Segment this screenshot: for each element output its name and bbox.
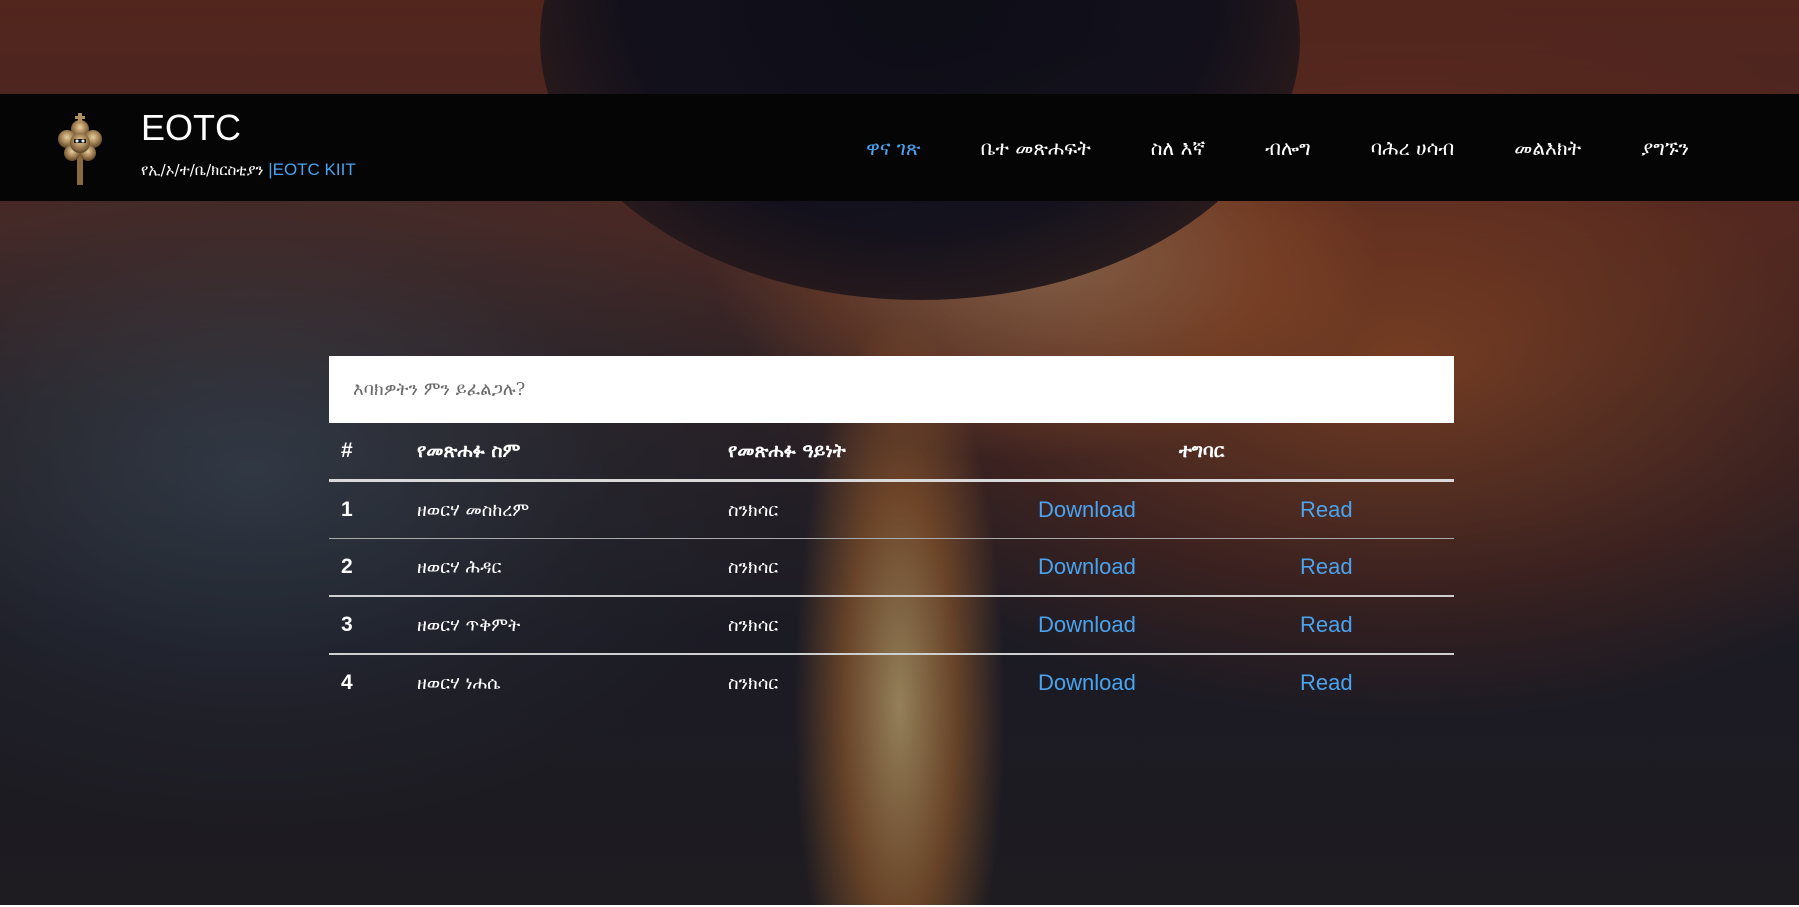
nav-item-blog[interactable]: ብሎግ	[1235, 136, 1341, 160]
main-nav: ዋና ገጽ ቤተ መጽሐፍት ስለ እኛ ብሎግ ባሕረ ሀሳብ መልእክት ያ…	[836, 94, 1719, 201]
row-read-cell: Read	[1300, 480, 1454, 539]
nav-item-about[interactable]: ስለ እኛ	[1121, 136, 1235, 160]
nav-item-message[interactable]: መልእክት	[1484, 136, 1611, 160]
nav-item-contact[interactable]: ያግኙን	[1611, 136, 1719, 160]
row-book-type: ስንክሳር	[728, 480, 1038, 539]
download-link[interactable]: Download	[1038, 554, 1136, 579]
read-link[interactable]: Read	[1300, 554, 1353, 579]
header-number: #	[329, 423, 417, 482]
table-header-row: # የመጽሐፉ ስም የመጽሐፉ ዓይነት ተግባር	[329, 423, 1454, 482]
read-link[interactable]: Read	[1300, 612, 1353, 637]
cross-tree-icon[interactable]	[50, 109, 110, 187]
row-download-cell: Download	[1038, 654, 1300, 711]
row-download-cell: Download	[1038, 538, 1300, 597]
row-book-name: ዘወርሃ ነሐሴ	[417, 672, 501, 694]
download-link[interactable]: Download	[1038, 497, 1136, 522]
download-link[interactable]: Download	[1038, 612, 1136, 637]
download-link[interactable]: Download	[1038, 670, 1136, 695]
row-number: 3	[329, 596, 417, 655]
row-download-cell: Download	[1038, 596, 1300, 655]
brand-subtitle: የኢ/ኦ/ተ/ቤ/ክርስቲያን |EOTC KIIT	[141, 160, 356, 180]
row-book-name: ዘወርሃ ሕዳር	[417, 538, 728, 597]
nav-item-home[interactable]: ዋና ገጽ	[836, 136, 951, 160]
nav-item-library[interactable]: ቤተ መጽሐፍት	[951, 136, 1121, 160]
table-row: 4 ዘወርሃ ነሐሴ ስንክሳር Download Read	[329, 654, 1454, 711]
row-book-name: ዘወርሃ መስከረም	[417, 480, 728, 539]
row-book-type: ስንክሳር	[728, 596, 1038, 655]
header-action-label: ተግባር	[1179, 440, 1225, 462]
table-row: 2 ዘወርሃ ሕዳር ስንክሳር Download Read	[329, 538, 1454, 597]
table-row: 3 ዘወርሃ ጥቅምት ስንክሳር Download Read	[329, 596, 1454, 655]
row-download-cell: Download	[1038, 480, 1300, 539]
row-number: 2	[329, 538, 417, 597]
row-read-cell: Read	[1300, 596, 1454, 655]
header-book-name: የመጽሐፉ ስም	[417, 423, 728, 482]
nav-item-bahire-hasab[interactable]: ባሕረ ሀሳብ	[1341, 136, 1484, 160]
read-link[interactable]: Read	[1300, 670, 1353, 695]
page: EOTC የኢ/ኦ/ተ/ቤ/ክርስቲያን |EOTC KIIT ዋና ገጽ ቤተ…	[0, 0, 1799, 905]
site-header: EOTC የኢ/ኦ/ተ/ቤ/ክርስቲያን |EOTC KIIT ዋና ገጽ ቤተ…	[0, 94, 1799, 201]
read-link[interactable]: Read	[1300, 497, 1353, 522]
row-book-type: ስንክሳር	[728, 538, 1038, 597]
row-number: 1	[329, 480, 417, 539]
brand-title[interactable]: EOTC	[141, 108, 241, 148]
brand-subtitle-accent: |EOTC KIIT	[268, 160, 356, 179]
brand-subtitle-text: የኢ/ኦ/ተ/ቤ/ክርስቲያን	[141, 161, 269, 179]
row-read-cell: Read	[1300, 538, 1454, 597]
search-input[interactable]	[329, 356, 1454, 423]
header-book-type: የመጽሐፉ ዓይነት	[728, 423, 1038, 482]
row-number: 4	[341, 671, 353, 694]
books-table: # የመጽሐፉ ስም የመጽሐፉ ዓይነት ተግባር 1 ዘወርሃ መስከረም …	[329, 423, 1454, 711]
row-book-type: ስንክሳር	[728, 672, 779, 694]
row-read-cell: Read	[1300, 654, 1454, 711]
header-action: ተግባር	[1038, 423, 1454, 482]
row-book-name: ዘወርሃ ጥቅምት	[417, 596, 728, 655]
table-row: 1 ዘወርሃ መስከረም ስንክሳር Download Read	[329, 480, 1454, 539]
